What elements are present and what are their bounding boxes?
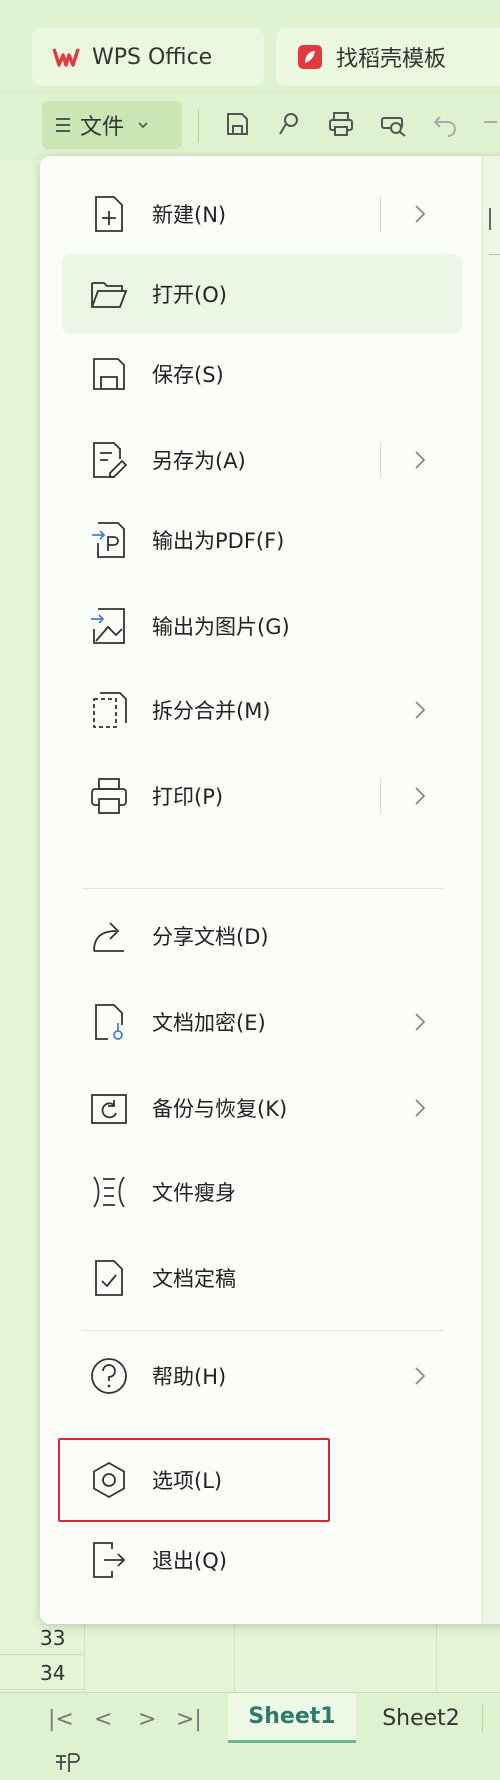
options-icon — [93, 1461, 125, 1499]
share-icon — [93, 922, 124, 952]
exit-icon — [93, 1542, 126, 1578]
menu-divider — [82, 1330, 444, 1331]
split-merge-icon — [93, 692, 127, 728]
print-icon — [91, 778, 127, 814]
submenu-preview-strip — [482, 156, 500, 1624]
menu-item-label: 文档定稿 — [152, 1267, 236, 1291]
slim-icon — [93, 1176, 125, 1208]
undo-icon[interactable] — [430, 109, 460, 139]
export-pdf-icon — [92, 522, 125, 558]
menu-item-label: 保存(S) — [152, 363, 224, 387]
next-sheet-button[interactable]: > — [138, 1707, 156, 1732]
menu-item-label: 文档加密(E) — [152, 1011, 266, 1035]
file-menu-dropdown: 新建(N) 打开(O) 保存(S) 另存为(A) 输出为PDF(F) 输出为图片… — [40, 156, 500, 1624]
menu-item-label: 打开(O) — [152, 283, 227, 307]
save-icon — [93, 358, 125, 390]
menu-item-label: 帮助(H) — [152, 1365, 227, 1389]
title-tab-bar: WPS Office 找稻壳模板 — [0, 0, 500, 92]
menu-item-encrypt[interactable]: 文档加密(E) — [62, 982, 462, 1062]
file-menu-label: 文件 — [80, 115, 125, 140]
menu-item-share[interactable]: 分享文档(D) — [62, 896, 462, 976]
menu-item-print[interactable]: 打印(P) — [62, 756, 462, 836]
row-header[interactable]: 33 — [0, 1621, 84, 1655]
menu-item-options[interactable]: 选项(L) — [62, 1440, 462, 1520]
menu-item-exit[interactable]: 退出(Q) — [62, 1520, 462, 1600]
status-bar — [0, 1744, 500, 1780]
encrypt-icon — [95, 1004, 123, 1040]
chevron-right-icon[interactable] — [410, 1364, 430, 1388]
prev-sheet-button[interactable]: < — [94, 1707, 112, 1732]
tab-sheet2[interactable]: Sheet2 — [362, 1693, 480, 1743]
tab-label: 找稻壳模板 — [336, 47, 447, 72]
menu-item-save[interactable]: 保存(S) — [62, 334, 462, 414]
preview-text-caret — [489, 208, 491, 230]
sheet-tab-bar: |< < > >| Sheet1 Sheet2 — [0, 1692, 500, 1744]
menu-item-backup[interactable]: 备份与恢复(K) — [62, 1068, 462, 1148]
tab-wps-office[interactable]: WPS Office — [32, 28, 264, 86]
menu-item-new[interactable]: 新建(N) — [62, 174, 462, 254]
menu-item-label: 输出为图片(G) — [152, 615, 290, 639]
redo-icon[interactable] — [480, 109, 500, 139]
help-icon — [91, 1358, 127, 1394]
chevron-right-icon[interactable] — [410, 202, 430, 226]
menu-item-export-image[interactable]: 输出为图片(G) — [62, 586, 462, 666]
chevron-right-icon[interactable] — [410, 1010, 430, 1034]
tab-sheet1[interactable]: Sheet1 — [228, 1693, 356, 1743]
submenu-separator — [380, 778, 381, 814]
tab-template-store[interactable]: 找稻壳模板 — [276, 28, 500, 86]
submenu-separator — [380, 196, 381, 232]
menu-item-slim[interactable]: 文件瘦身 — [62, 1152, 462, 1232]
chevron-right-icon[interactable] — [410, 1096, 430, 1120]
menu-item-label: 文件瘦身 — [152, 1181, 236, 1205]
preview-rule — [489, 254, 500, 255]
toolbar-separator — [198, 109, 199, 143]
new-icon — [95, 196, 123, 232]
menu-item-label: 另存为(A) — [152, 449, 246, 473]
wps-logo-icon — [52, 48, 80, 67]
finalize-icon — [95, 1260, 123, 1296]
row-header[interactable]: 34 — [0, 1656, 84, 1690]
menu-item-label: 新建(N) — [152, 203, 227, 227]
print-preview-icon[interactable] — [378, 109, 408, 139]
sheet-tab-separator — [482, 1703, 483, 1733]
submenu-separator — [380, 442, 381, 478]
menu-item-label: 拆分合并(M) — [152, 699, 271, 723]
menu-item-open[interactable]: 打开(O) — [62, 254, 462, 334]
chevron-right-icon[interactable] — [410, 784, 430, 808]
file-menu-button[interactable]: 文件 — [42, 101, 182, 149]
menu-item-save-as[interactable]: 另存为(A) — [62, 420, 462, 500]
export-image-icon — [91, 608, 125, 644]
menu-item-label: 退出(Q) — [152, 1549, 227, 1573]
menu-item-export-pdf[interactable]: 输出为PDF(F) — [62, 500, 462, 580]
open-folder-icon — [91, 282, 128, 308]
save-icon[interactable] — [222, 109, 252, 139]
last-sheet-button[interactable]: >| — [176, 1707, 202, 1732]
macro-record-icon[interactable] — [52, 1748, 80, 1776]
backup-icon — [91, 1094, 127, 1124]
menu-item-label: 选项(L) — [152, 1469, 223, 1493]
save-as-icon — [93, 442, 128, 478]
menu-item-finalize[interactable]: 文档定稿 — [62, 1238, 462, 1318]
format-painter-icon[interactable] — [274, 109, 304, 139]
print-icon[interactable] — [326, 109, 356, 139]
first-sheet-button[interactable]: |< — [48, 1707, 74, 1732]
menu-divider — [82, 888, 444, 889]
menu-item-label: 打印(P) — [152, 785, 224, 809]
menu-item-label: 备份与恢复(K) — [152, 1097, 288, 1121]
quick-toolbar: 文件 — [0, 92, 500, 160]
chevron-down-icon — [138, 122, 148, 129]
tab-label: WPS Office — [92, 44, 213, 70]
menu-item-split-merge[interactable]: 拆分合并(M) — [62, 670, 462, 750]
chevron-right-icon[interactable] — [410, 448, 430, 472]
docer-logo-icon — [298, 45, 322, 69]
menu-item-label: 分享文档(D) — [152, 925, 269, 949]
chevron-right-icon[interactable] — [410, 698, 430, 722]
menu-item-help[interactable]: 帮助(H) — [62, 1336, 462, 1416]
menu-item-label: 输出为PDF(F) — [152, 529, 285, 553]
hamburger-icon — [56, 118, 70, 132]
